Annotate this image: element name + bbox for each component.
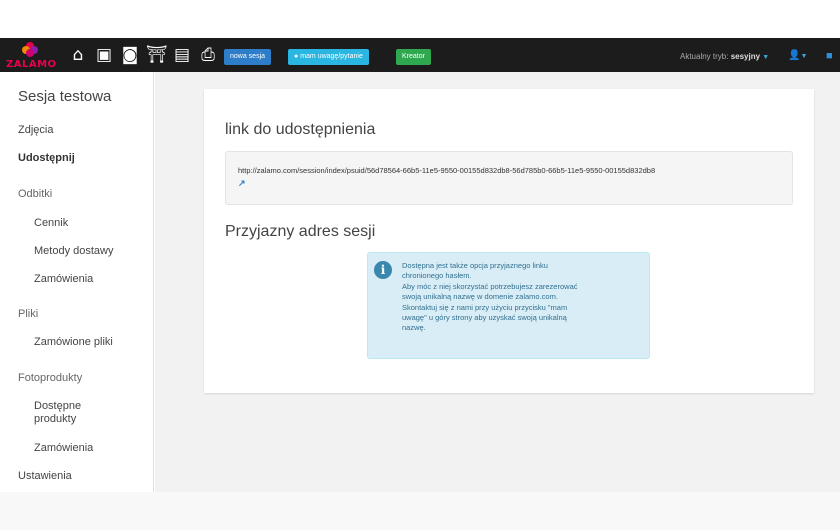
user-menu-icon[interactable]: 👤▼ [788,48,807,65]
sidebar-item-files[interactable]: Pliki [18,308,38,320]
main-content: link do udostępnienia http://zalamo.com/… [155,72,840,492]
sidebar-item-share[interactable]: Udostępnij [18,152,75,164]
sidebar-item-ordered-files[interactable]: Zamówione pliki [34,336,113,348]
portrait-icon[interactable]: ▤ [172,45,192,65]
alert-line: uwagę" u góry strony aby uzyskać swoją u… [402,313,567,323]
top-navbar: ZALAMO ⌂ ▣ ◙ ⛩ ▤ ⎙ nowa sesja ● mam uwag… [0,38,840,72]
alert-line: Dostępna jest także opcja przyjaznego li… [402,261,548,270]
print-icon[interactable]: ⎙ [198,45,218,65]
sidebar-item-orders[interactable]: Zamówienia [34,273,93,285]
mode-value: sesyjny [730,52,761,61]
logo-text: ZALAMO [6,59,57,70]
share-card: link do udostępnienia http://zalamo.com/… [204,89,814,393]
sidebar-item-photos[interactable]: Zdjęcia [18,124,53,136]
sidebar-item-pricelist[interactable]: Cennik [34,217,68,229]
info-icon: i [374,261,392,279]
book-icon[interactable]: ▣ [94,45,114,65]
info-alert: i Dostępna jest także opcja przyjaznego … [367,252,650,359]
chevron-down-icon: ▼ [762,54,770,61]
alert-line: chronionego hasłem. [402,271,472,281]
sidebar-item-photoproducts[interactable]: Fotoprodukty [18,372,82,384]
chat-icon[interactable]: ■ [826,48,833,64]
session-title: Sesja testowa [18,88,112,105]
sidebar-item-available-products[interactable]: Dostępne produkty [34,400,124,426]
mode-dropdown[interactable]: Aktualny tryb: sesyjny ▼ [680,49,769,66]
sidebar-item-prints[interactable]: Odbitki [18,188,52,200]
creator-button[interactable]: Kreator [396,49,431,65]
alert-line: Aby móc z niej skorzystać potrzebujesz z… [402,281,578,291]
link-heading: link do udostępnienia [225,121,376,138]
sidebar: Sesja testowa Zdjęcia Udostępnij Odbitki… [0,72,154,492]
alert-line: swoją unikalną nazwę w domenie zalamo.co… [402,292,558,302]
friendly-address-heading: Przyjazny adres sesji [225,223,376,240]
sidebar-item-settings[interactable]: Ustawienia [18,470,72,482]
external-link-icon[interactable]: ↗ [238,178,246,189]
alert-line: nazwę. [402,323,426,333]
question-button[interactable]: ● mam uwagę/pytanie [288,49,369,65]
mode-label: Aktualny tryb: [680,52,729,61]
alert-line: Skontaktuj się z nami przy użyciu przyci… [402,302,568,312]
camera-icon[interactable]: ◙ [120,45,140,65]
link-box: http://zalamo.com/session/index/psuid/56… [225,151,793,205]
question-button-label: mam uwagę/pytanie [300,53,363,60]
new-session-button[interactable]: nowa sesja [224,49,272,65]
home-icon[interactable]: ⌂ [68,45,88,65]
alert-text: Dostępna jest także opcja przyjaznego li… [402,261,642,334]
share-link[interactable]: http://zalamo.com/session/index/psuid/56… [238,166,655,175]
logo-flower-icon [22,42,38,57]
bottom-bar [0,492,840,530]
sidebar-item-delivery[interactable]: Metody dostawy [34,245,113,257]
gift-icon[interactable]: ⛩ [146,45,168,65]
zalamo-logo[interactable]: ZALAMO [4,38,60,72]
sidebar-item-product-orders[interactable]: Zamówienia [34,442,93,454]
